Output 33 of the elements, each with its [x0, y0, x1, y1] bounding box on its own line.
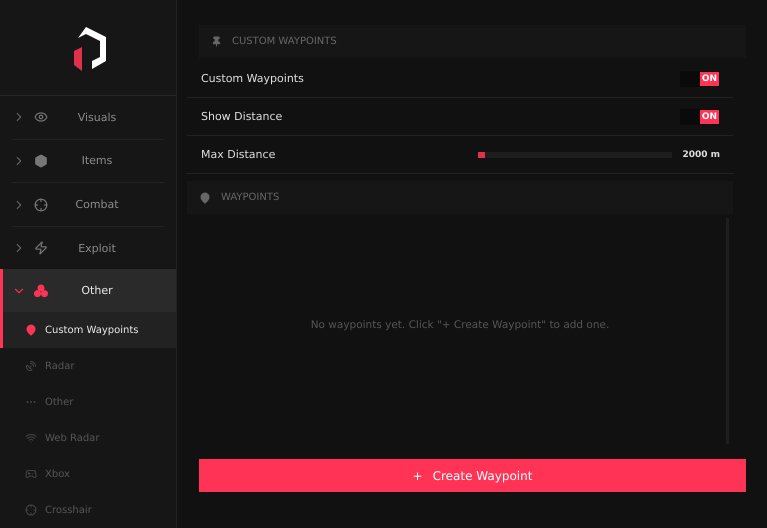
sub-nav-item[interactable]: Custom Waypoints: [0, 312, 176, 348]
map-pin-icon: [25, 324, 37, 336]
map-pin-icon: [199, 192, 211, 204]
sub-nav-item[interactable]: Crosshair: [3, 492, 176, 528]
sub-nav-item[interactable]: Xbox: [3, 456, 176, 492]
box-icon: [34, 154, 48, 168]
satellite-dish-icon: [25, 360, 37, 372]
nav-item[interactable]: Exploit: [0, 226, 176, 270]
eye-icon: [34, 110, 48, 124]
gamepad-icon: [25, 468, 37, 480]
sub-nav-item[interactable]: Other: [3, 384, 176, 420]
nav-item[interactable]: Combat: [0, 183, 176, 226]
setting-label: Max Distance: [201, 148, 276, 161]
setting-label: Show Distance: [201, 110, 284, 123]
section-title: WAYPOINTS: [221, 192, 280, 203]
toggle-switch[interactable]: ON: [680, 108, 720, 124]
slider-track[interactable]: [478, 152, 672, 158]
setting-label: Custom Waypoints: [201, 72, 305, 85]
empty-message: No waypoints yet. Click "+ Create Waypoint" to add one.: [310, 318, 610, 330]
create-waypoint-button[interactable]: + Create Waypoint: [199, 459, 746, 492]
section-title: CUSTOM WAYPOINTS: [232, 36, 337, 47]
crosshair-icon: [34, 198, 48, 212]
sub-nav-item[interactable]: Radar: [3, 348, 176, 384]
slider-value: 2000 m: [682, 150, 720, 160]
nav-item[interactable]: Visuals: [0, 96, 176, 139]
toggle-switch[interactable]: ON: [680, 70, 720, 86]
lightning-icon: [34, 241, 48, 256]
nav-item[interactable]: Other: [0, 269, 176, 312]
sub-nav-item[interactable]: Web Radar: [3, 420, 176, 456]
pin-icon: [211, 36, 222, 47]
cubes-icon: [34, 284, 48, 298]
crosshair-icon: [25, 504, 37, 516]
nav-item[interactable]: Items: [0, 140, 176, 182]
